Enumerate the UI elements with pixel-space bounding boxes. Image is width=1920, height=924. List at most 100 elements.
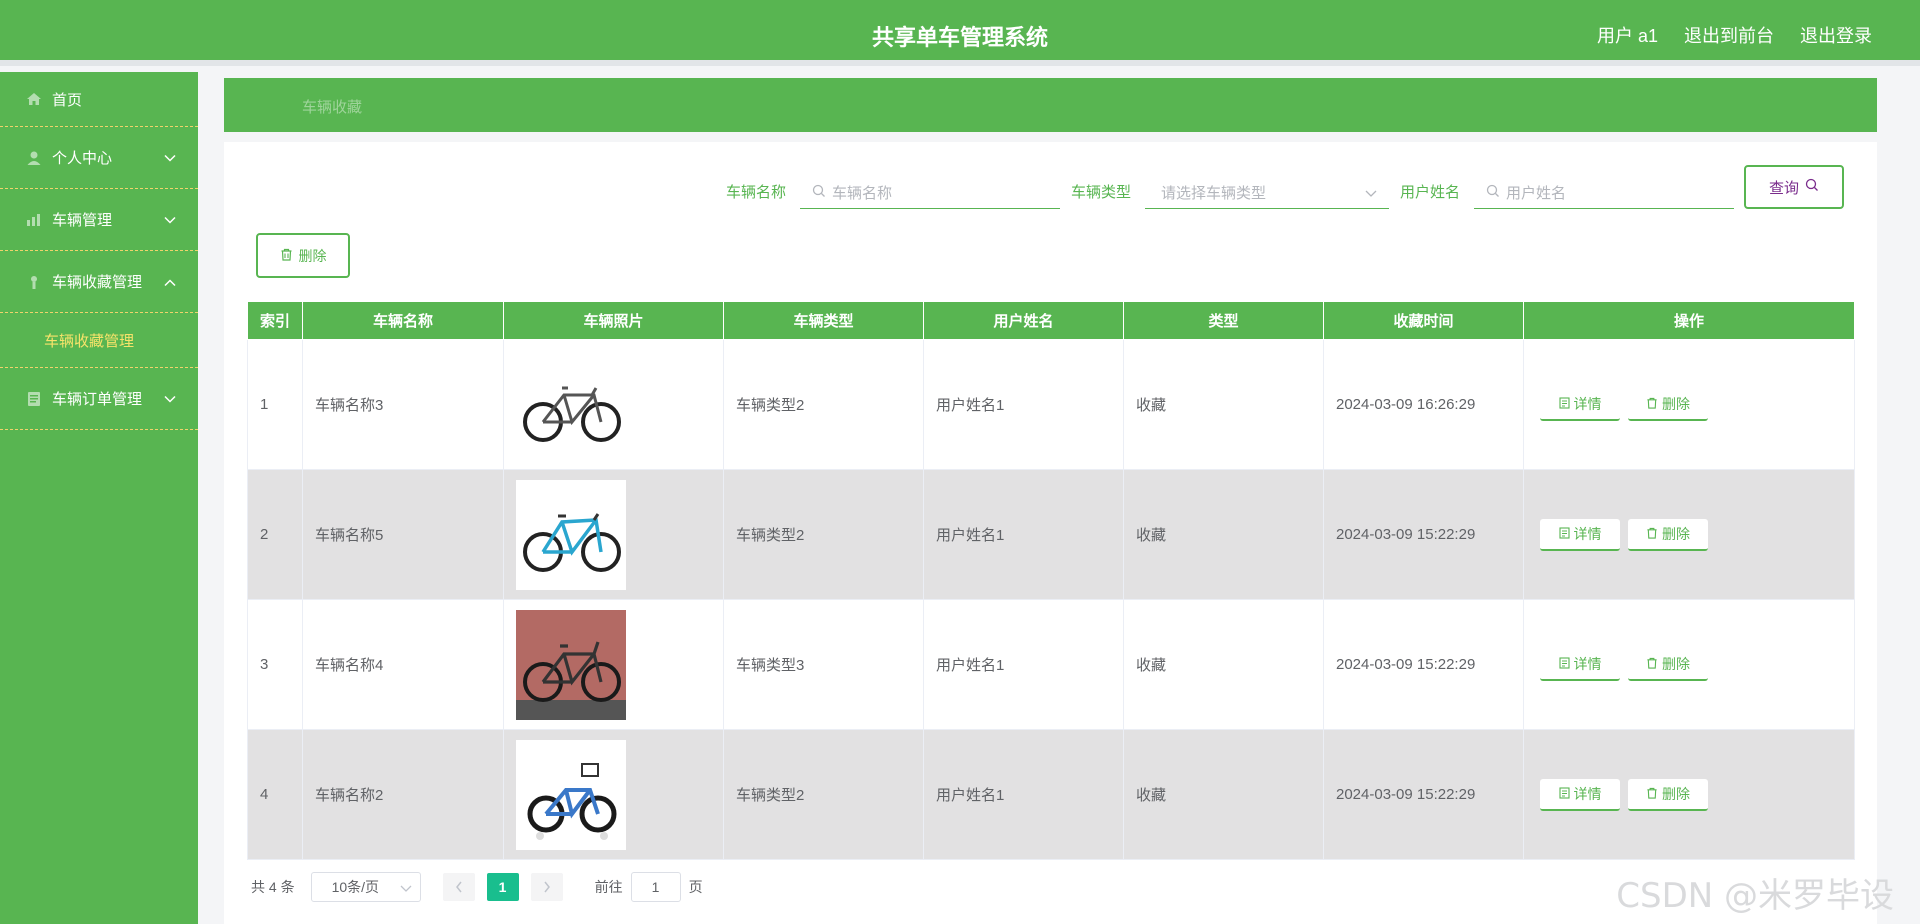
- cell-index: 4: [247, 729, 303, 860]
- detail-label: 详情: [1573, 395, 1602, 412]
- document-icon: [1558, 656, 1570, 672]
- cell-actions: 详情 删除: [1523, 339, 1855, 470]
- document-icon: [1558, 786, 1570, 802]
- search-icon: [1805, 178, 1819, 196]
- vehicle-photo[interactable]: [516, 479, 626, 590]
- cell-actions: 详情 删除: [1523, 599, 1855, 730]
- query-button[interactable]: 查询: [1744, 165, 1844, 209]
- delete-button[interactable]: 删除: [1628, 388, 1708, 421]
- vehicle-photo[interactable]: [516, 739, 626, 850]
- delete-label: 删除: [1662, 525, 1690, 542]
- cell-vehicle-name: 车辆名称4: [302, 599, 504, 730]
- sidebar-subitem-favorites[interactable]: 车辆收藏管理: [0, 313, 198, 368]
- prev-page-button[interactable]: [442, 873, 475, 901]
- vehicle-photo[interactable]: [516, 349, 626, 460]
- chevron-down-icon: [164, 390, 176, 407]
- cell-user-name: 用户姓名1: [923, 339, 1124, 470]
- document-icon: [1558, 526, 1570, 542]
- table-row: 1 车辆名称3 车辆类型2 用户姓名1 收藏 2024-03-09 16:26:…: [247, 339, 1855, 470]
- breadcrumb: 车辆收藏: [224, 78, 1877, 132]
- page-size-select[interactable]: 10条/页: [310, 872, 421, 902]
- detail-button[interactable]: 详情: [1540, 518, 1620, 551]
- goto-page-input[interactable]: 1: [630, 872, 681, 902]
- delete-label: 删除: [1662, 655, 1690, 672]
- chevron-up-icon: [164, 273, 176, 290]
- top-header: 共享单车管理系统 用户 a1 退出到前台 退出登录: [0, 0, 1920, 66]
- trash-icon: [1646, 396, 1658, 412]
- cell-vehicle-name: 车辆名称3: [302, 339, 504, 470]
- back-to-front-link[interactable]: 退出到前台: [1684, 22, 1774, 48]
- logout-link[interactable]: 退出登录: [1800, 22, 1872, 48]
- vehicle-name-input[interactable]: 车辆名称: [800, 177, 1060, 209]
- cell-vehicle-type: 车辆类型2: [723, 729, 924, 860]
- sidebar-item-orders[interactable]: 车辆订单管理: [0, 368, 198, 430]
- sidebar-item-label: 车辆订单管理: [52, 391, 143, 408]
- delete-button[interactable]: 删除: [1628, 648, 1708, 681]
- main-content: 车辆名称 车辆名称 车辆类型 请选择车辆类型 用户姓名 用户姓名 查询 删除 索…: [224, 142, 1877, 924]
- sidebar-item-home[interactable]: 首页: [0, 72, 198, 127]
- table-row: 3 车辆名称4 车辆类型3 用户姓名1 收藏 2024-03-09 15:22:…: [247, 599, 1855, 730]
- vehicle-type-placeholder: 请选择车辆类型: [1161, 185, 1267, 202]
- detail-label: 详情: [1573, 655, 1602, 672]
- column-header: 车辆类型: [723, 301, 924, 340]
- sidebar-item-favorites[interactable]: 车辆收藏管理: [0, 251, 198, 313]
- cell-time: 2024-03-09 16:26:29: [1323, 339, 1524, 470]
- cell-index: 2: [247, 469, 303, 600]
- cell-photo: [503, 339, 724, 470]
- detail-label: 详情: [1573, 785, 1602, 802]
- cell-vehicle-type: 车辆类型3: [723, 599, 924, 730]
- cell-kind: 收藏: [1123, 729, 1324, 860]
- order-icon: [26, 391, 42, 407]
- next-page-button[interactable]: [530, 873, 563, 901]
- sidebar-item-label: 首页: [52, 91, 83, 109]
- watermark: CSDN @米罗毕设: [1616, 876, 1894, 916]
- sidebar: 首页 个人中心 车辆管理 车辆收藏管理 车辆收藏管理 车辆订单管理: [0, 72, 198, 924]
- cell-time: 2024-03-09 15:22:29: [1323, 469, 1524, 600]
- goto-label: 前往: [594, 879, 623, 895]
- cell-photo: [503, 599, 724, 730]
- cell-vehicle-type: 车辆类型2: [723, 469, 924, 600]
- sidebar-item-vehicles[interactable]: 车辆管理: [0, 189, 198, 251]
- sidebar-item-label: 车辆管理: [52, 212, 113, 229]
- query-button-label: 查询: [1768, 179, 1799, 197]
- sidebar-item-profile[interactable]: 个人中心: [0, 127, 198, 189]
- chevron-left-icon: [455, 881, 462, 893]
- cell-time: 2024-03-09 15:22:29: [1323, 599, 1524, 730]
- delete-button[interactable]: 删除: [1628, 778, 1708, 811]
- search-icon: [812, 184, 826, 202]
- chevron-down-icon: [164, 211, 176, 228]
- vehicle-name-label: 车辆名称: [726, 184, 787, 201]
- page-unit-label: 页: [688, 879, 703, 895]
- bike-icon: [26, 212, 42, 228]
- current-user-link[interactable]: 用户 a1: [1597, 22, 1658, 48]
- user-name-label: 用户姓名: [1400, 184, 1461, 201]
- breadcrumb-current[interactable]: 车辆收藏: [302, 96, 362, 117]
- vehicle-name-placeholder: 车辆名称: [832, 185, 893, 202]
- cell-vehicle-type: 车辆类型2: [723, 339, 924, 470]
- batch-delete-button[interactable]: 删除: [256, 233, 350, 278]
- page-number-current[interactable]: 1: [486, 873, 519, 901]
- header-nav: 用户 a1 退出到前台 退出登录: [1597, 22, 1872, 48]
- column-header: 索引: [247, 301, 303, 340]
- detail-button[interactable]: 详情: [1540, 388, 1620, 421]
- column-header: 车辆名称: [302, 301, 504, 340]
- cell-index: 3: [247, 599, 303, 730]
- detail-button[interactable]: 详情: [1540, 778, 1620, 811]
- total-count: 共 4 条: [251, 879, 295, 895]
- star-icon: [26, 274, 42, 290]
- detail-button[interactable]: 详情: [1540, 648, 1620, 681]
- column-header: 类型: [1123, 301, 1324, 340]
- detail-label: 详情: [1573, 525, 1602, 542]
- trash-icon: [280, 248, 293, 264]
- search-icon: [1486, 184, 1500, 202]
- table-row: 4 车辆名称2 车辆类型2 用户姓名1 收藏 2024-03-09 15:22:…: [247, 729, 1855, 860]
- cell-user-name: 用户姓名1: [923, 729, 1124, 860]
- user-name-placeholder: 用户姓名: [1506, 185, 1567, 202]
- chevron-down-icon: [164, 149, 176, 166]
- delete-label: 删除: [1662, 395, 1690, 412]
- vehicle-photo[interactable]: [516, 609, 626, 720]
- user-name-input[interactable]: 用户姓名: [1474, 177, 1734, 209]
- vehicle-type-select[interactable]: 请选择车辆类型: [1145, 177, 1389, 209]
- table-row: 2 车辆名称5 车辆类型2 用户姓名1 收藏 2024-03-09 15:22:…: [247, 469, 1855, 600]
- delete-button[interactable]: 删除: [1628, 518, 1708, 551]
